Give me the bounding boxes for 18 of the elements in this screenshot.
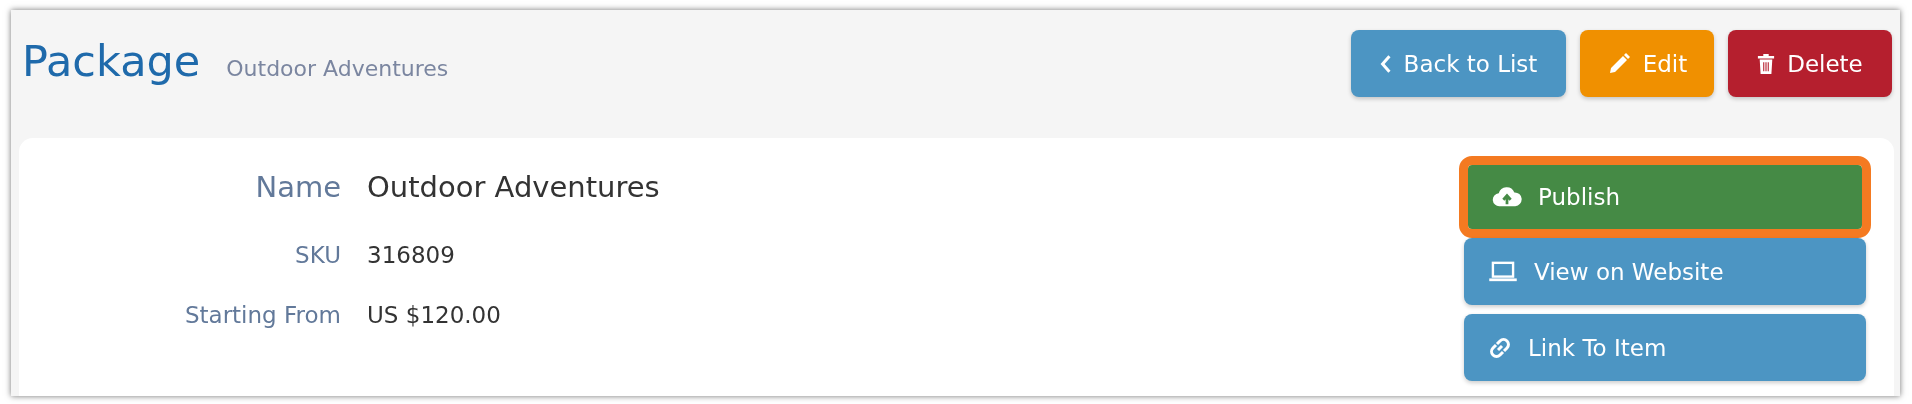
field-value: US $120.00 (367, 302, 501, 328)
field-value: 316809 (367, 242, 455, 268)
page-title: Package (22, 36, 201, 86)
view-website-button[interactable]: View on Website (1464, 238, 1866, 305)
chevron-left-icon (1379, 53, 1392, 74)
field-label: SKU (294, 242, 342, 268)
back-button[interactable]: Back to List (1351, 30, 1566, 97)
delete-button[interactable]: Delete (1728, 30, 1892, 97)
link-icon (1488, 335, 1512, 360)
field-label: Name (254, 170, 342, 204)
field-value: Outdoor Adventures (367, 170, 660, 204)
link-button[interactable]: Link To Item (1464, 314, 1866, 381)
laptop-icon (1488, 260, 1518, 283)
cloud-upload-icon (1492, 186, 1522, 208)
trash-icon (1757, 52, 1776, 75)
page-subtitle: Outdoor Adventures (226, 56, 449, 81)
field-label: Starting From (183, 302, 342, 328)
edit-button[interactable]: Edit (1580, 30, 1714, 97)
